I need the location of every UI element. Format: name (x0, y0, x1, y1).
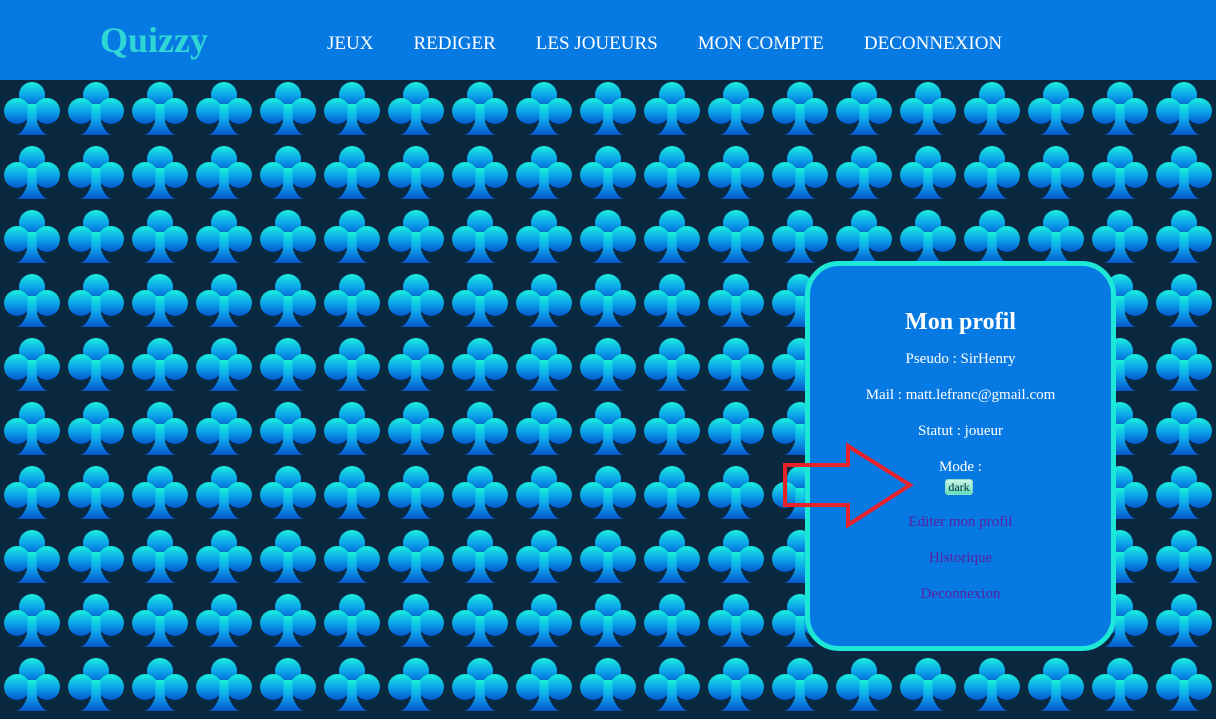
mail-text: Mail : matt.lefranc@gmail.com (865, 387, 1056, 403)
mode-toggle-button[interactable]: dark (945, 479, 973, 495)
logout-link[interactable]: Deconnexion (810, 585, 1111, 603)
nav-link-jeux[interactable]: JEUX (327, 33, 373, 55)
pseudo-text: Pseudo : SirHenry (905, 351, 1016, 367)
nav-link-les-joueurs[interactable]: LES JOUEURS (536, 33, 658, 55)
nav-link-deconnexion[interactable]: DECONNEXION (864, 33, 1002, 55)
statut-text: Statut : joueur (918, 423, 1003, 439)
main-nav: JEUX REDIGER LES JOUEURS MON COMPTE DECO… (327, 33, 1042, 55)
nav-link-mon-compte[interactable]: MON COMPTE (698, 33, 824, 55)
nav-link-rediger[interactable]: REDIGER (413, 33, 495, 55)
arrow-right-icon (783, 443, 914, 528)
site-logo[interactable]: Quizzy (100, 18, 208, 62)
profile-title: Mon profil (905, 309, 1016, 335)
history-link[interactable]: Historique (810, 549, 1111, 567)
top-navbar: Quizzy JEUX REDIGER LES JOUEURS MON COMP… (0, 0, 1216, 80)
